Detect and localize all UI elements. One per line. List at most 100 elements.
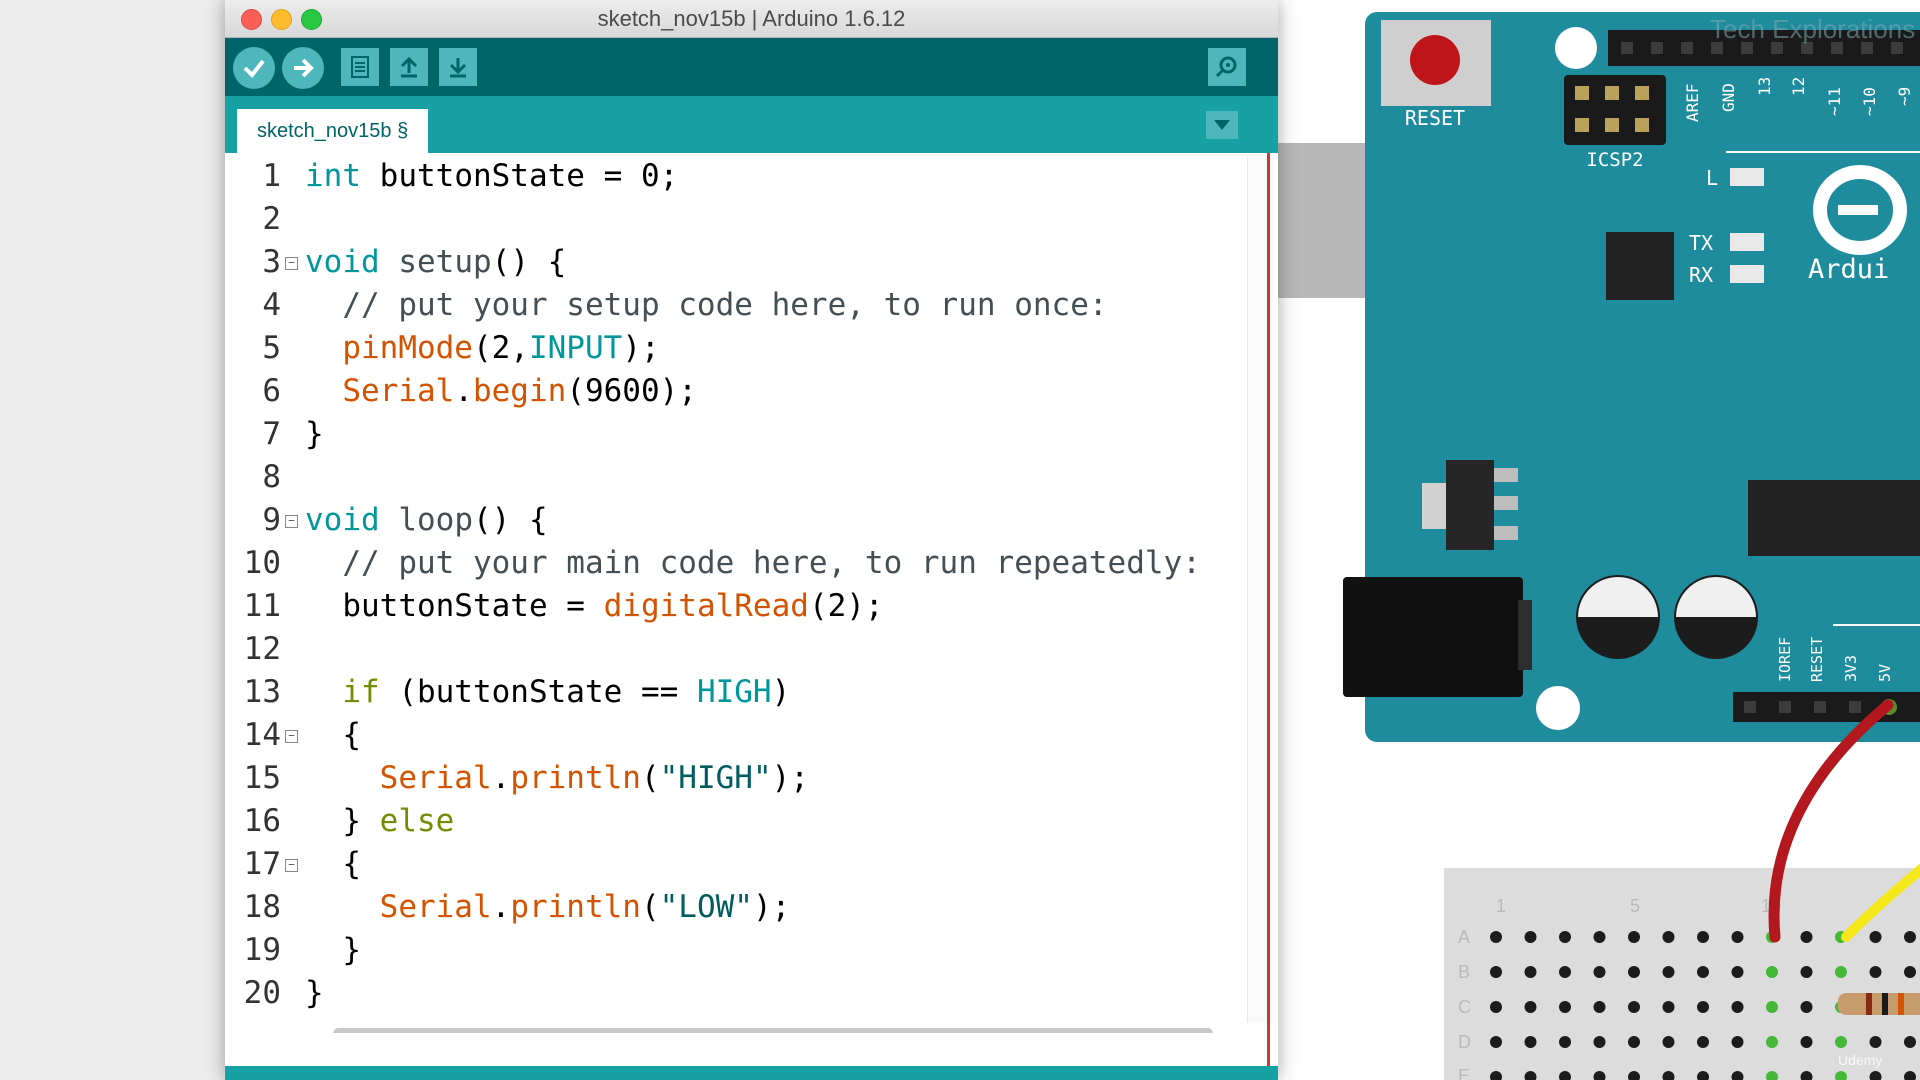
breadboard-hole <box>1559 931 1571 943</box>
pin-label-9: ~9 <box>1895 87 1914 106</box>
breadboard-hole <box>1800 1001 1813 1013</box>
code-line[interactable]: void loop() { <box>305 499 548 542</box>
fold-toggle-icon[interactable]: − <box>285 257 298 270</box>
code-line[interactable]: { <box>305 714 361 757</box>
breadboard-hole <box>1731 931 1744 943</box>
breadboard-hole <box>1697 1001 1709 1013</box>
code-token: buttonState = <box>305 588 604 624</box>
breadboard-hole <box>1731 1036 1744 1048</box>
code-line[interactable]: } <box>305 972 324 1015</box>
code-token: ); <box>622 330 660 366</box>
led-label-tx: TX <box>1689 231 1713 255</box>
voltage-regulator <box>1446 460 1494 550</box>
atmega-chip <box>1748 480 1920 556</box>
code-line[interactable]: if (buttonState == HIGH) <box>305 671 790 714</box>
code-token: pinMode <box>342 330 473 366</box>
magnifier-icon <box>1215 56 1237 78</box>
code-token: . <box>491 760 511 796</box>
serial-monitor-button[interactable] <box>1208 48 1246 86</box>
breadboard-hole <box>1869 1036 1882 1048</box>
breadboard-hole <box>1628 931 1640 943</box>
code-line[interactable]: int buttonState = 0; <box>305 155 678 198</box>
check-icon <box>243 59 265 79</box>
code-token: ) <box>771 674 791 710</box>
led-tx <box>1730 233 1764 251</box>
pin-label-reset2: RESET <box>1808 637 1826 682</box>
power-jack <box>1343 577 1523 697</box>
line-number: 12 <box>243 631 281 667</box>
code-token: int <box>305 158 361 194</box>
line-number: 6 <box>262 373 281 409</box>
code-token: begin <box>472 373 567 409</box>
code-token: (buttonState == <box>379 674 697 710</box>
code-editor[interactable]: 1 2 3−4 5 6 7 8 9−10 11 12 13 14−15 16 17−18 19 20 int … <box>225 153 1278 1033</box>
watermark-top: Tech Explorations <box>1710 14 1915 44</box>
upload-button[interactable] <box>282 47 324 89</box>
line-number: 16 <box>243 803 281 839</box>
code-line[interactable]: Serial.println("HIGH"); <box>305 757 809 800</box>
code-token: } <box>305 975 324 1011</box>
breadboard-row-d: D <box>1458 1032 1471 1052</box>
code-token: setup <box>398 244 492 280</box>
verify-button[interactable] <box>233 47 275 89</box>
icsp2-header <box>1564 75 1666 145</box>
breadboard-col-5: 5 <box>1630 896 1640 916</box>
breadboard-view: RESET ICSP2 AREF GND 13 12 ~11 ~10 ~9 L … <box>1278 0 1920 1080</box>
toolbar <box>225 38 1278 96</box>
breadboard-hole <box>1697 931 1709 943</box>
code-token: . <box>491 889 511 925</box>
code-line[interactable]: void setup() { <box>305 241 566 284</box>
window-edge <box>1267 153 1270 1080</box>
code-line[interactable]: // put your setup code here, to run once… <box>305 284 1108 327</box>
fold-toggle-icon[interactable]: − <box>285 515 298 528</box>
code-line[interactable]: // put your main code here, to run repea… <box>305 542 1201 585</box>
code-line[interactable]: Serial.begin(9600); <box>305 370 697 413</box>
tab-menu-button[interactable] <box>1206 111 1238 139</box>
line-number: 5 <box>262 330 281 366</box>
breadboard-hole <box>1559 1036 1571 1048</box>
code-token: // put your setup code here, to run once… <box>305 287 1108 323</box>
code-line[interactable]: Serial.println("LOW"); <box>305 886 791 929</box>
breadboard-hole <box>1869 931 1882 943</box>
pin-label-12: 12 <box>1789 77 1808 96</box>
breadboard-hole <box>1904 1036 1916 1048</box>
arduino-ide-window: sketch_nov15b | Arduino 1.6.12 sketch_no… <box>225 0 1278 1080</box>
breadboard-hole <box>1490 966 1502 978</box>
open-button[interactable] <box>390 48 428 86</box>
line-number: 8 <box>262 459 281 495</box>
save-button[interactable] <box>439 48 477 86</box>
fold-toggle-icon[interactable]: − <box>285 730 298 743</box>
line-number: 14 <box>243 717 281 753</box>
breadboard-hole <box>1490 1001 1502 1013</box>
breadboard-hole <box>1628 1001 1640 1013</box>
window-title: sketch_nov15b | Arduino 1.6.12 <box>597 6 906 31</box>
tab-sketch[interactable]: sketch_nov15b § <box>237 109 429 153</box>
breadboard-hole <box>1697 966 1709 978</box>
line-number: 7 <box>262 416 281 452</box>
code-line[interactable]: } else <box>305 800 454 843</box>
code-line[interactable]: } <box>305 413 324 456</box>
code-line[interactable]: { <box>305 843 361 886</box>
fold-toggle-icon[interactable]: − <box>285 859 298 872</box>
code-token: () { <box>472 502 548 538</box>
horizontal-scroll-thumb[interactable] <box>333 1028 1213 1033</box>
tab-bar: sketch_nov15b § <box>225 96 1278 153</box>
breadboard-hole <box>1697 1036 1709 1048</box>
breadboard-hole <box>1628 966 1640 978</box>
code-line[interactable]: pinMode(2,INPUT); <box>305 327 660 370</box>
code-token: "HIGH" <box>659 760 772 796</box>
code-token: // put your main code here, to run repea… <box>305 545 1201 581</box>
icsp2-label: ICSP2 <box>1586 149 1643 171</box>
code-token: HIGH <box>696 674 772 710</box>
horizontal-scrollbar[interactable] <box>305 1026 1245 1033</box>
breadboard-hole <box>1559 966 1571 978</box>
line-number: 1 <box>262 158 281 194</box>
pin-label-aref: AREF <box>1683 83 1702 122</box>
code-line[interactable]: } <box>305 929 361 972</box>
code-line[interactable]: buttonState = digitalRead(2); <box>305 585 883 628</box>
line-number: 4 <box>262 287 281 323</box>
new-button[interactable] <box>341 48 379 86</box>
code-token: void <box>305 502 380 538</box>
